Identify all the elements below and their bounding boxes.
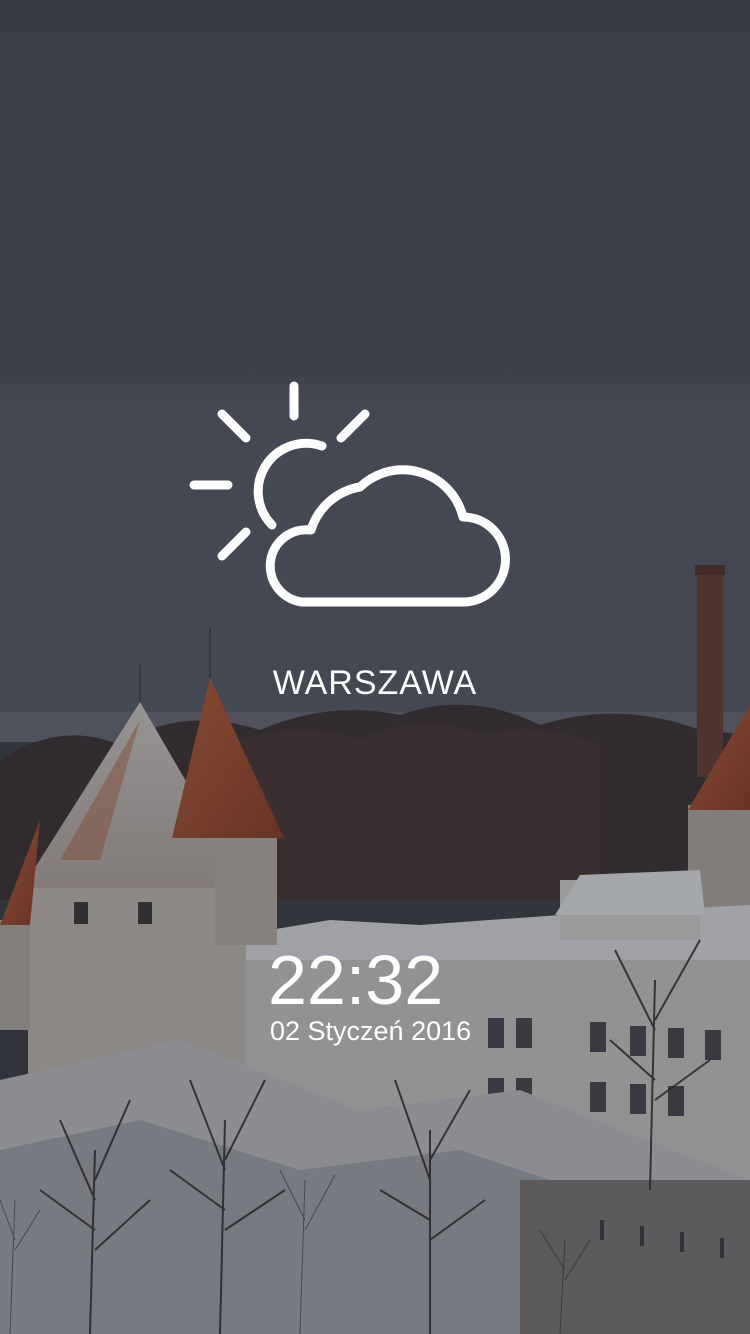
clock-date: 02 Styczeń 2016 xyxy=(270,1016,472,1046)
clock-time: 22:32 xyxy=(268,941,444,1019)
city-name: WARSZAWA xyxy=(272,664,478,702)
partly-cloudy-icon xyxy=(189,381,510,607)
